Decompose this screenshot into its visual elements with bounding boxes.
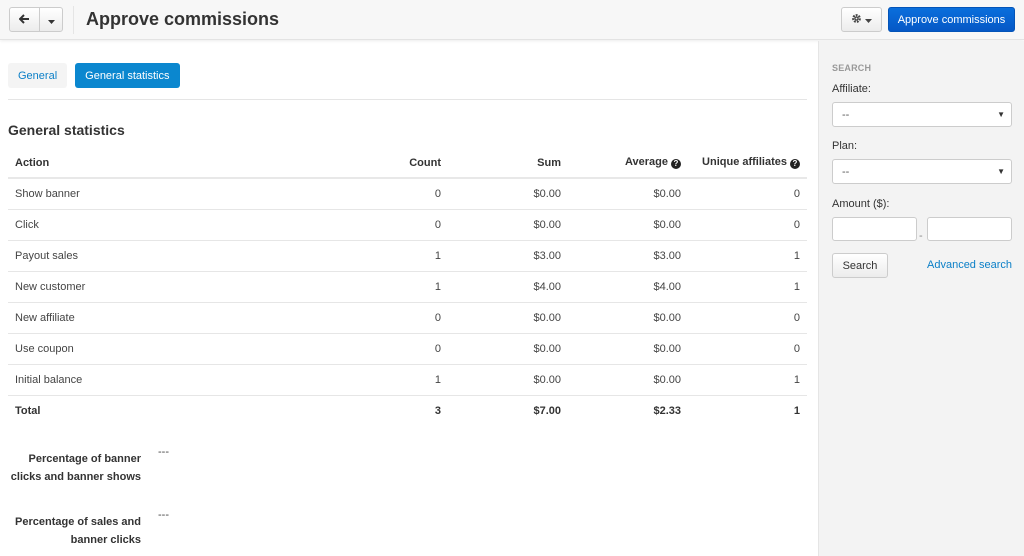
cell-count: 1	[388, 271, 448, 303]
cell-action: New customer	[8, 271, 388, 303]
cell-action: Total	[15, 404, 41, 417]
cell-average: $0.00	[568, 209, 688, 241]
advanced-search-link[interactable]: Advanced search	[927, 259, 1012, 271]
tab-general-statistics[interactable]: General statistics	[75, 63, 180, 88]
settings-dropdown-button[interactable]	[841, 7, 882, 32]
tab-general[interactable]: General	[8, 63, 68, 88]
affiliate-select[interactable]: -- ▼	[832, 102, 1012, 127]
gear-icon	[851, 13, 862, 27]
cell-sum: $0.00	[448, 302, 568, 334]
cell-average: $2.33	[653, 404, 681, 417]
cell-count: 3	[434, 404, 441, 417]
cell-sum: $7.00	[533, 404, 561, 417]
cell-sum: $0.00	[448, 178, 568, 210]
table-total-row: Total 3 $7.00 $2.33 1	[8, 395, 807, 426]
cell-action: Initial balance	[8, 364, 388, 396]
search-sidebar: SEARCH Affiliate: -- ▼ Plan: -- ▼ Amount…	[818, 41, 1024, 556]
column-header-average: Average?	[568, 148, 688, 179]
search-button[interactable]: Search	[832, 253, 888, 278]
cell-sum: $3.00	[448, 240, 568, 272]
table-row: Initial balance 1 $0.00 $0.00 1	[8, 364, 807, 396]
percentage-value: ---	[158, 446, 169, 458]
back-button[interactable]	[10, 8, 40, 31]
table-row: Show banner 0 $0.00 $0.00 0	[8, 178, 807, 210]
cell-sum: $0.00	[448, 209, 568, 241]
cell-unique-affiliates: 0	[688, 333, 807, 365]
cell-count: 0	[388, 209, 448, 241]
caret-down-icon: ▼	[997, 167, 1005, 176]
percentage-label: Percentage of sales and banner clicks	[15, 516, 141, 546]
cell-unique-affiliates: 1	[688, 364, 807, 396]
approve-commissions-button[interactable]: Approve commissions	[888, 7, 1015, 32]
cell-unique-affiliates: 0	[688, 178, 807, 210]
page-header: Approve commissions Approve commissions	[0, 0, 1024, 40]
cell-sum: $0.00	[448, 333, 568, 365]
cell-average: $0.00	[568, 333, 688, 365]
cell-unique-affiliates: 1	[688, 271, 807, 303]
cell-sum: $4.00	[448, 271, 568, 303]
tabs-divider	[8, 99, 807, 100]
main-content: General General statistics General stati…	[0, 41, 818, 556]
tabs: General General statistics	[8, 63, 180, 88]
cell-average: $4.00	[568, 271, 688, 303]
column-header-action: Action	[8, 148, 388, 179]
table-row: Click 0 $0.00 $0.00 0	[8, 209, 807, 241]
cell-action: Show banner	[8, 178, 388, 210]
cell-unique-affiliates: 1	[793, 404, 800, 417]
percentage-value: ---	[158, 509, 169, 521]
cell-count: 1	[388, 240, 448, 272]
affiliate-label: Affiliate:	[832, 83, 871, 95]
amount-label: Amount ($):	[832, 198, 890, 210]
cell-unique-affiliates: 0	[688, 302, 807, 334]
section-title: General statistics	[8, 122, 125, 138]
cell-count: 0	[388, 333, 448, 365]
amount-to-input[interactable]	[927, 217, 1012, 241]
statistics-table: Action Count Sum Average? Unique affilia…	[8, 148, 807, 426]
search-heading: SEARCH	[832, 63, 872, 73]
caret-down-icon	[47, 13, 55, 27]
plan-select[interactable]: -- ▼	[832, 159, 1012, 184]
question-circle-icon[interactable]: ?	[671, 159, 681, 169]
cell-action: Use coupon	[8, 333, 388, 365]
history-dropdown-button[interactable]	[40, 8, 62, 31]
cell-action: Click	[8, 209, 388, 241]
cell-count: 0	[388, 302, 448, 334]
header-divider	[73, 6, 74, 34]
column-header-sum: Sum	[448, 148, 568, 179]
percentage-label: Percentage of banner clicks and banner s…	[10, 453, 141, 483]
caret-down-icon	[865, 14, 872, 26]
cell-unique-affiliates: 1	[688, 240, 807, 272]
table-row: Use coupon 0 $0.00 $0.00 0	[8, 333, 807, 365]
plan-label: Plan:	[832, 140, 858, 152]
affiliate-select-value: --	[842, 108, 850, 121]
cell-count: 1	[388, 364, 448, 396]
table-row: New affiliate 0 $0.00 $0.00 0	[8, 302, 807, 334]
arrow-left-icon	[18, 13, 30, 27]
cell-average: $0.00	[568, 178, 688, 210]
cell-action: New affiliate	[8, 302, 388, 334]
page-title: Approve commissions	[86, 9, 280, 29]
navigation-button-group	[9, 7, 63, 32]
column-header-count: Count	[388, 148, 448, 179]
table-row: Payout sales 1 $3.00 $3.00 1	[8, 240, 807, 272]
table-row: New customer 1 $4.00 $4.00 1	[8, 271, 807, 303]
cell-average: $0.00	[568, 364, 688, 396]
amount-separator: -	[919, 230, 923, 242]
amount-from-input[interactable]	[832, 217, 917, 241]
table-body: Show banner 0 $0.00 $0.00 0 Click 0 $0.00 $0.00 0…	[8, 178, 807, 426]
cell-average: $0.00	[568, 302, 688, 334]
question-circle-icon[interactable]: ?	[790, 159, 800, 169]
cell-count: 0	[388, 178, 448, 210]
cell-action: Payout sales	[8, 240, 388, 272]
cell-unique-affiliates: 0	[688, 209, 807, 241]
table-header-row: Action Count Sum Average? Unique affilia…	[8, 148, 807, 179]
cell-sum: $0.00	[448, 364, 568, 396]
column-header-unique-affiliates: Unique affiliates?	[688, 148, 807, 179]
cell-average: $3.00	[568, 240, 688, 272]
caret-down-icon: ▼	[997, 110, 1005, 119]
plan-select-value: --	[842, 165, 850, 178]
